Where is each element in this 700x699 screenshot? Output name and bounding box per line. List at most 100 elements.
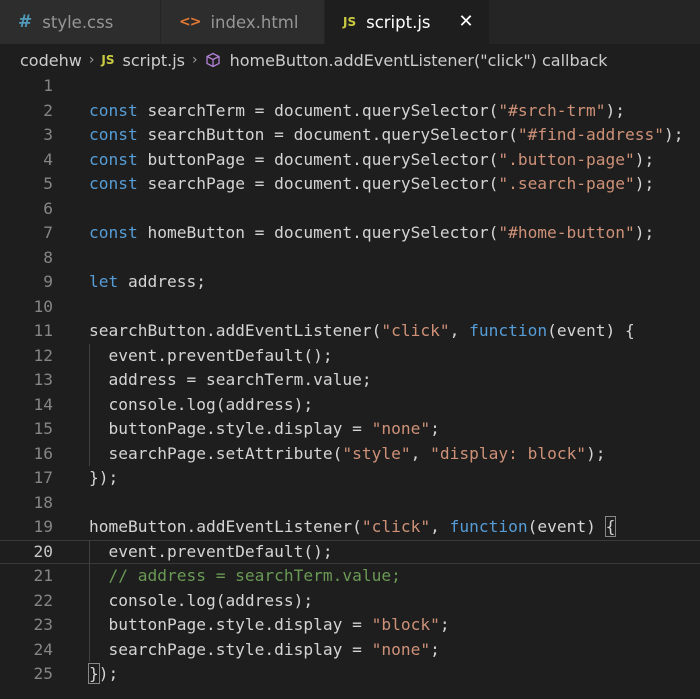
code-text: });: [88, 662, 119, 687]
code-token: console.log(address);: [89, 590, 314, 610]
code-token: "display: block": [430, 443, 587, 463]
line-number: 12: [33, 345, 54, 365]
code-line[interactable]: 1: [0, 74, 700, 99]
code-line[interactable]: 20 event.preventDefault();: [0, 539, 700, 564]
code-token: buttonPage.style.display =: [89, 615, 372, 634]
code-line[interactable]: 11 searchButton.addEventListener("click",…: [0, 319, 700, 344]
code-token: buttonPage.style.display =: [89, 419, 372, 438]
code-text: searchPage.setAttribute("style", "displa…: [89, 442, 606, 467]
line-number: 4: [43, 149, 53, 169]
code-token: }: [88, 663, 100, 684]
code-token: );: [664, 125, 684, 144]
code-token: );: [586, 443, 606, 463]
code-token: searchButton = document.querySelector(: [137, 125, 518, 144]
code-token: "none": [371, 639, 431, 659]
code-line[interactable]: 5 const searchPage = document.querySelect…: [0, 172, 700, 197]
code-line[interactable]: 24 searchPage.style.display = "none";: [0, 638, 700, 663]
js-file-icon: JS: [101, 53, 115, 67]
breadcrumb-file[interactable]: script.js: [123, 51, 185, 70]
code-text: searchPage.style.display = "none";: [89, 638, 439, 663]
code-text: const searchPage = document.querySelecto…: [89, 172, 654, 197]
line-number: 10: [33, 296, 54, 316]
code-text: searchButton.addEventListener("click", f…: [89, 319, 635, 344]
line-number: 21: [33, 566, 54, 585]
code-line[interactable]: 9 let address;: [0, 270, 700, 295]
tab-script-js[interactable]: JS script.js ✕: [325, 0, 490, 44]
code-text: console.log(address);: [89, 393, 313, 418]
code-line[interactable]: 15 buttonPage.style.display = "none";: [0, 417, 700, 442]
code-token: (event) {: [547, 321, 635, 340]
breadcrumb-symbol[interactable]: homeButton.addEventListener("click") cal…: [230, 51, 608, 70]
code-token: const: [89, 100, 138, 120]
code-token: "click": [361, 517, 431, 536]
code-token: let: [89, 272, 119, 291]
code-token: ,: [449, 321, 470, 340]
tab-style-css[interactable]: # style.css: [0, 0, 161, 44]
css-file-icon: #: [18, 12, 33, 32]
line-number: 24: [33, 639, 54, 659]
code-line[interactable]: 25});: [0, 662, 700, 687]
line-number: 6: [43, 198, 53, 218]
code-line[interactable]: 21 // address = searchTerm.value;: [0, 564, 700, 589]
line-number: 14: [33, 394, 54, 414]
code-token: console.log(address);: [89, 394, 314, 414]
code-line[interactable]: 19 homeButton.addEventListener("click", f…: [0, 515, 700, 540]
code-token: "none": [371, 419, 431, 438]
code-line[interactable]: 3 const searchButton = document.querySele…: [0, 123, 700, 148]
breadcrumb-folder[interactable]: codehw: [20, 51, 82, 70]
code-token: ,: [430, 517, 450, 536]
code-line[interactable]: 14 console.log(address);: [0, 393, 700, 418]
code-text: const homeButton = document.querySelecto…: [89, 221, 654, 246]
code-token: searchButton.addEventListener(: [89, 321, 382, 340]
code-token: address = searchTerm.value;: [89, 370, 372, 389]
line-number: 22: [33, 590, 54, 610]
code-line[interactable]: 12 event.preventDefault();: [0, 344, 700, 369]
code-text: let address;: [89, 270, 206, 295]
code-token: "block": [371, 615, 440, 634]
close-icon[interactable]: ✕: [459, 13, 474, 31]
code-token: );: [605, 100, 626, 120]
code-line[interactable]: 8: [0, 246, 700, 271]
code-text: address = searchTerm.value;: [89, 368, 372, 393]
code-token: "click": [381, 321, 450, 340]
code-line[interactable]: 16 searchPage.setAttribute("style", "dis…: [0, 442, 700, 467]
line-number: 25: [33, 664, 54, 683]
line-number: 1: [43, 76, 53, 95]
code-token: {: [604, 516, 617, 537]
code-line[interactable]: 4 const buttonPage = document.querySelect…: [0, 148, 700, 173]
line-number: 11: [33, 321, 54, 340]
tab-index-html[interactable]: <> index.html: [161, 0, 325, 44]
line-number: 5: [43, 174, 53, 193]
line-number: 8: [43, 247, 53, 267]
line-number: 19: [33, 517, 54, 536]
line-number: 18: [33, 492, 54, 512]
code-token: );: [98, 664, 119, 683]
code-line[interactable]: 22 console.log(address);: [0, 589, 700, 614]
code-line[interactable]: 13 address = searchTerm.value;: [0, 368, 700, 393]
code-line[interactable]: 17});: [0, 466, 700, 491]
code-text: });: [89, 466, 118, 491]
code-token: ,: [410, 443, 431, 463]
code-line[interactable]: 7 const homeButton = document.querySelect…: [0, 221, 700, 246]
code-token: address;: [118, 272, 206, 291]
code-line[interactable]: 6: [0, 197, 700, 222]
line-number: 16: [33, 443, 54, 463]
code-line[interactable]: 18: [0, 491, 700, 516]
code-text: console.log(address);: [89, 589, 313, 614]
code-line[interactable]: 23 buttonPage.style.display = "block";: [0, 613, 700, 638]
code-token: // address = searchTerm.value;: [89, 566, 401, 585]
code-text: const searchTerm = document.querySelecto…: [89, 99, 625, 124]
code-text: event.preventDefault();: [89, 541, 332, 564]
code-token: ".button-page": [498, 149, 635, 169]
chevron-right-icon: ›: [191, 52, 198, 68]
code-editor[interactable]: 1 2 const searchTerm = document.querySelec…: [0, 76, 700, 699]
code-token: homeButton = document.querySelector(: [137, 223, 499, 242]
code-token: searchPage = document.querySelector(: [137, 174, 499, 193]
cube-icon: [205, 52, 221, 68]
code-token: ".search-page": [498, 174, 635, 193]
code-text: event.preventDefault();: [89, 344, 332, 369]
code-text: const buttonPage = document.querySelecto…: [89, 148, 654, 173]
line-number: 9: [43, 272, 53, 291]
code-line[interactable]: 10: [0, 295, 700, 320]
code-line[interactable]: 2 const searchTerm = document.querySelect…: [0, 99, 700, 124]
